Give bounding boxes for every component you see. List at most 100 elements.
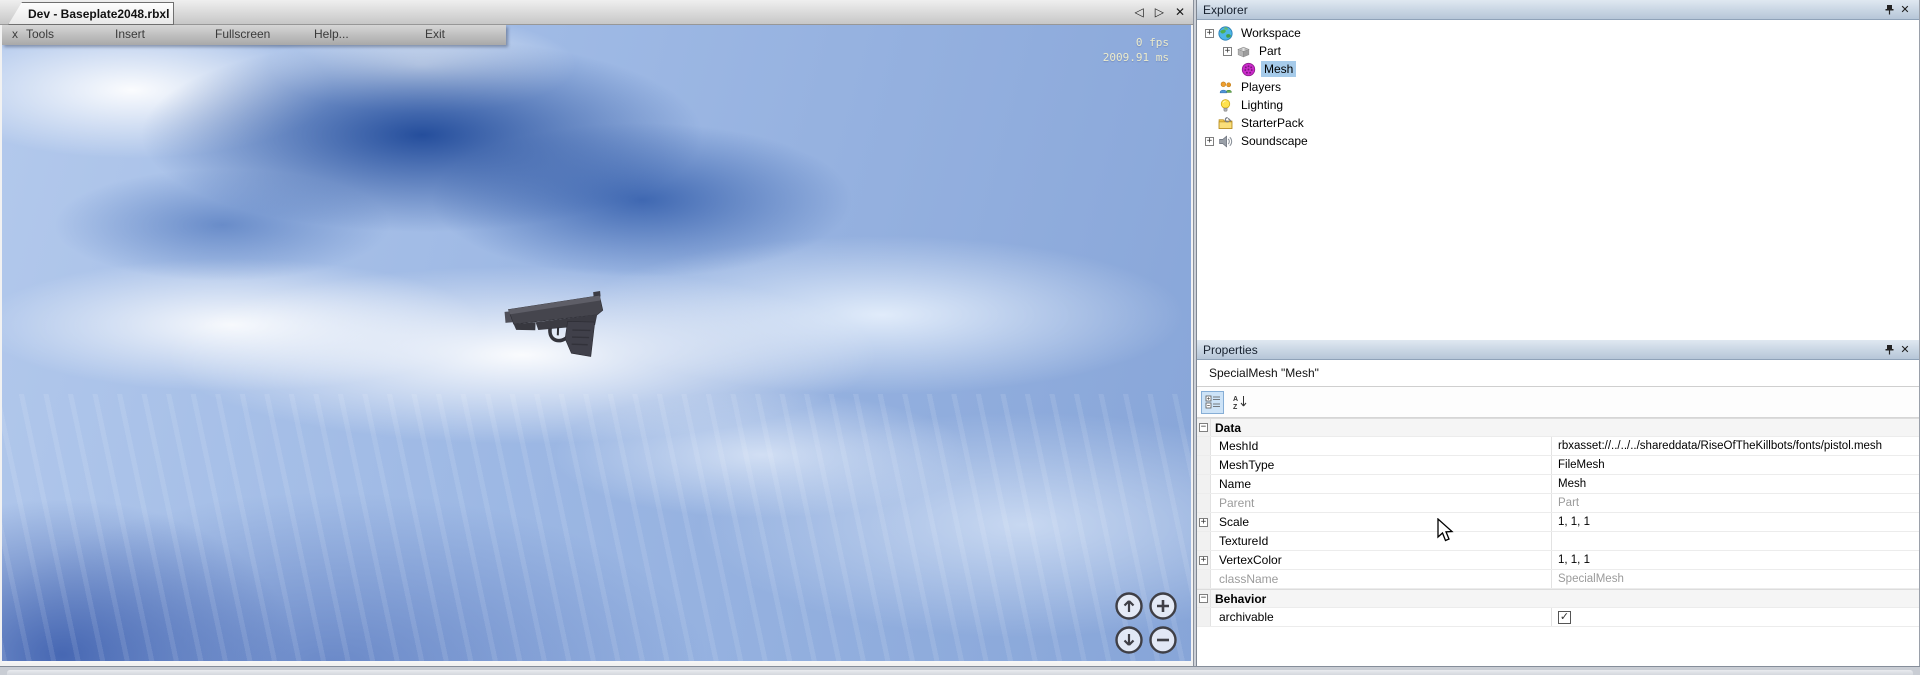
- property-value: Part: [1551, 494, 1919, 512]
- menu-item-exit[interactable]: Exit: [425, 27, 445, 41]
- section-name: Data: [1211, 419, 1241, 436]
- sort-alphabetical-button[interactable]: A Z: [1228, 391, 1251, 414]
- expand-icon[interactable]: +: [1199, 518, 1208, 527]
- tab-next-icon[interactable]: ▷: [1155, 4, 1164, 20]
- expand-icon[interactable]: +: [1199, 556, 1208, 565]
- archivable-checkbox[interactable]: ✓: [1558, 611, 1571, 624]
- workspace-icon: [1218, 26, 1233, 41]
- expand-icon[interactable]: +: [1205, 137, 1214, 146]
- property-value[interactable]: 1, 1, 1: [1551, 551, 1919, 569]
- property-value[interactable]: Mesh: [1551, 475, 1919, 493]
- property-value: SpecialMesh: [1551, 570, 1919, 588]
- selected-object-label: SpecialMesh "Mesh": [1209, 366, 1319, 380]
- expand-icon[interactable]: +: [1205, 29, 1214, 38]
- property-row-archivable[interactable]: archivable ✓: [1197, 608, 1919, 627]
- svg-text:Z: Z: [1233, 404, 1238, 410]
- pan-down-button[interactable]: [1114, 625, 1144, 655]
- explorer-tree: + Workspace + Part: [1197, 20, 1919, 340]
- property-row-name[interactable]: Name Mesh: [1197, 475, 1919, 494]
- roblox-studio-window: Dev - Baseplate2048.rbxl ◁ ▷ ✕ x Tools I…: [0, 0, 1920, 675]
- tree-item-mesh[interactable]: Mesh: [1197, 60, 1919, 78]
- sort-az-icon: A Z: [1232, 394, 1248, 410]
- pin-icon[interactable]: [1881, 343, 1897, 357]
- menu-item-tools[interactable]: Tools: [26, 27, 54, 41]
- explorer-panel: Explorer ✕ + Workspace +: [1197, 0, 1919, 340]
- players-icon: [1218, 80, 1233, 95]
- fps-counter: 0 fps 2009.91 ms: [1103, 35, 1169, 65]
- tree-item-workspace[interactable]: + Workspace: [1197, 24, 1919, 42]
- tree-item-lighting[interactable]: Lighting: [1197, 96, 1919, 114]
- expand-icon[interactable]: +: [1223, 47, 1232, 56]
- tree-item-label: Lighting: [1238, 97, 1286, 113]
- property-row-scale[interactable]: + Scale 1, 1, 1: [1197, 513, 1919, 532]
- menubar-close-icon[interactable]: x: [12, 27, 18, 41]
- pan-up-button[interactable]: [1114, 591, 1144, 621]
- tree-item-starterpack[interactable]: StarterPack: [1197, 114, 1919, 132]
- tree-item-label: Mesh: [1261, 61, 1296, 77]
- property-value[interactable]: FileMesh: [1551, 456, 1919, 474]
- pin-icon[interactable]: [1881, 3, 1897, 17]
- starterpack-icon: [1218, 116, 1233, 131]
- categorized-view-button[interactable]: [1201, 391, 1224, 414]
- document-pane: Dev - Baseplate2048.rbxl ◁ ▷ ✕ x Tools I…: [0, 0, 1194, 666]
- collapse-icon[interactable]: −: [1199, 423, 1208, 432]
- explorer-header: Explorer ✕: [1197, 0, 1919, 20]
- property-name: Parent: [1211, 494, 1551, 512]
- property-row-meshid[interactable]: MeshId rbxasset://../../../shareddata/Ri…: [1197, 437, 1919, 456]
- close-icon[interactable]: ✕: [1897, 343, 1913, 357]
- property-name: MeshId: [1211, 437, 1551, 455]
- property-value[interactable]: rbxasset://../../../shareddata/RiseOfThe…: [1551, 437, 1919, 455]
- section-header-behavior[interactable]: − Behavior: [1197, 589, 1919, 608]
- game-menubar: x Tools Insert Fullscreen Help... Exit: [2, 25, 506, 45]
- menu-item-fullscreen[interactable]: Fullscreen: [215, 27, 270, 41]
- tree-item-label: Soundscape: [1238, 133, 1311, 149]
- property-row-textureid[interactable]: TextureId: [1197, 532, 1919, 551]
- menu-item-insert[interactable]: Insert: [115, 27, 145, 41]
- status-strip: [0, 666, 1920, 675]
- svg-text:A: A: [1233, 396, 1238, 403]
- explorer-title: Explorer: [1203, 3, 1881, 17]
- collapse-icon[interactable]: −: [1199, 594, 1208, 603]
- selected-object-row[interactable]: SpecialMesh "Mesh": [1197, 360, 1919, 387]
- property-name: MeshType: [1211, 456, 1551, 474]
- camera-controls: [1110, 591, 1182, 663]
- properties-toolbar: A Z: [1197, 387, 1919, 418]
- close-icon[interactable]: ✕: [1897, 3, 1913, 17]
- frame-time-value: 2009.91 ms: [1103, 50, 1169, 65]
- property-name: archivable: [1211, 608, 1551, 626]
- property-name: VertexColor: [1211, 551, 1551, 569]
- mesh-icon: [1241, 62, 1256, 77]
- property-value[interactable]: 1, 1, 1: [1551, 513, 1919, 531]
- categorized-icon: [1205, 394, 1221, 410]
- property-row-parent: Parent Part: [1197, 494, 1919, 513]
- tab-prev-icon[interactable]: ◁: [1134, 4, 1143, 20]
- tree-item-soundscape[interactable]: + Soundscape: [1197, 132, 1919, 150]
- document-tab[interactable]: Dev - Baseplate2048.rbxl: [8, 2, 174, 25]
- properties-grid: − Data MeshId rbxasset://../../../shared…: [1197, 418, 1919, 627]
- section-name: Behavior: [1211, 590, 1266, 607]
- section-header-data[interactable]: − Data: [1197, 418, 1919, 437]
- tree-item-label: Players: [1238, 79, 1284, 95]
- menu-item-help[interactable]: Help...: [314, 27, 349, 41]
- property-row-meshtype[interactable]: MeshType FileMesh: [1197, 456, 1919, 475]
- tab-strip: Dev - Baseplate2048.rbxl ◁ ▷ ✕: [0, 0, 1193, 25]
- property-value[interactable]: [1551, 532, 1919, 550]
- property-row-vertexcolor[interactable]: + VertexColor 1, 1, 1: [1197, 551, 1919, 570]
- cloud-streaks: [2, 394, 1191, 661]
- tab-close-icon[interactable]: ✕: [1175, 4, 1185, 20]
- zoom-in-button[interactable]: [1148, 591, 1178, 621]
- tree-item-players[interactable]: Players: [1197, 78, 1919, 96]
- zoom-out-button[interactable]: [1148, 625, 1178, 655]
- tree-item-part[interactable]: + Part: [1197, 42, 1919, 60]
- properties-panel: Properties ✕ SpecialMesh "Mesh": [1197, 340, 1919, 666]
- side-panels: Explorer ✕ + Workspace +: [1196, 0, 1920, 666]
- property-name: TextureId: [1211, 532, 1551, 550]
- tree-item-label: StarterPack: [1238, 115, 1307, 131]
- part-icon: [1236, 44, 1251, 59]
- tree-item-label: Workspace: [1238, 25, 1304, 41]
- fps-value: 0 fps: [1103, 35, 1169, 50]
- 3d-viewport[interactable]: x Tools Insert Fullscreen Help... Exit 0…: [2, 25, 1191, 663]
- property-name: Name: [1211, 475, 1551, 493]
- pistol-mesh-object[interactable]: [502, 287, 620, 365]
- tab-navigation: ◁ ▷ ✕: [1134, 4, 1185, 20]
